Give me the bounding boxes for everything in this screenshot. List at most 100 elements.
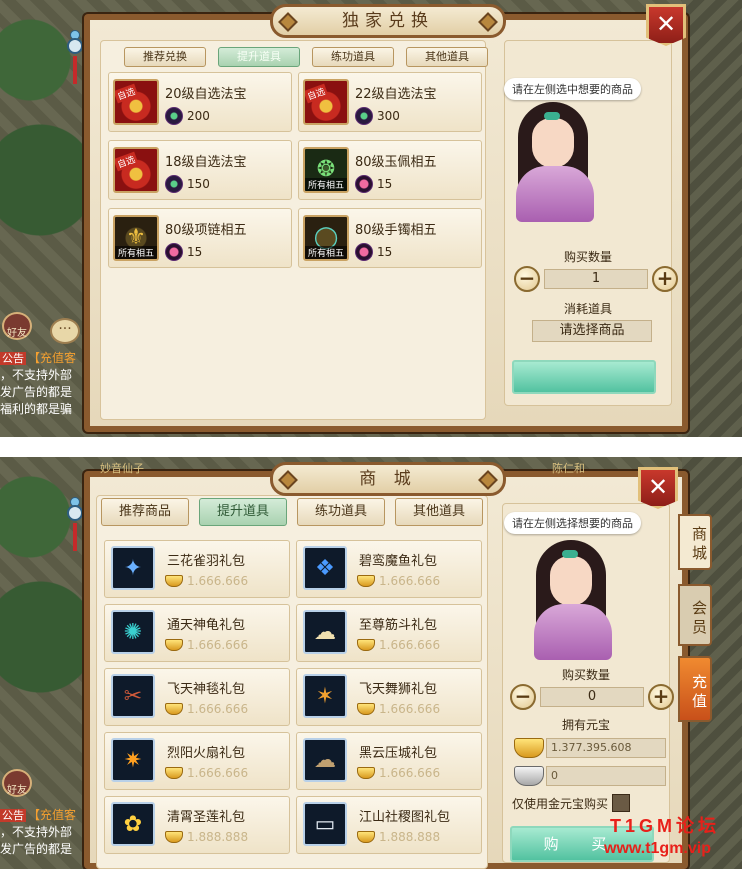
item-name: 18级自选法宝	[165, 155, 247, 170]
notice-tag: 公告	[0, 809, 26, 822]
tab-upgrade-items[interactable]: 提升道具	[199, 498, 287, 526]
tab-other-items[interactable]: 其他道具	[406, 47, 488, 67]
silver-ingot-icon	[514, 766, 544, 786]
category-tabs: 推荐商品 提升道具 练功道具 其他道具	[101, 498, 483, 526]
item-cost: 150	[165, 175, 210, 193]
plus-button[interactable]: +	[652, 266, 678, 292]
side-tab-vip[interactable]: 会员	[678, 584, 712, 646]
exchange-item[interactable]: 自选 22级自选法宝 300	[298, 72, 482, 132]
watermark-url: www.t1gm.vip	[604, 840, 711, 857]
gold-ingot-icon	[357, 639, 375, 651]
gold-ingot-icon	[357, 767, 375, 779]
item-price: 1.666.666	[165, 574, 248, 588]
chat-bubble-icon[interactable]: ···	[50, 318, 80, 344]
item-name: 碧鸾魔鱼礼包	[359, 554, 438, 569]
close-button[interactable]: ✕	[638, 467, 678, 509]
notice-tag: 公告	[0, 352, 26, 365]
tab-recommended[interactable]: 推荐商品	[101, 498, 189, 526]
npc-speech-bubble: 请在左侧选择想要的商品	[504, 512, 641, 534]
turtle-gift-icon: ✺	[111, 610, 155, 654]
shop-item[interactable]: ✦ 三花雀羽礼包 1.666.666	[104, 540, 290, 598]
minus-button[interactable]: −	[514, 266, 540, 292]
item-name: 20级自选法宝	[165, 87, 247, 102]
exchange-panel: 好友 ··· 公告 【充值客 ，不支持外部 发广告的都是 福利的都是骗 独家兑换 …	[0, 0, 742, 437]
side-tab-shop[interactable]: 商城	[678, 514, 712, 570]
item-price: 1.666.666	[357, 702, 440, 716]
treasure-icon: 自选	[113, 79, 159, 125]
shop-item[interactable]: ☁ 黑云压城礼包 1.666.666	[296, 732, 482, 790]
chat-log: 公告 【充值客 ，不支持外部 发广告的都是	[0, 808, 77, 856]
gold-ingot-icon	[357, 703, 375, 715]
item-name: 黑云压城礼包	[359, 746, 438, 761]
gold-ingot-icon	[165, 767, 183, 779]
item-cost: 200	[165, 107, 210, 125]
shop-item[interactable]: ▭ 江山社稷图礼包 1.888.888	[296, 796, 482, 854]
tab-upgrade-items[interactable]: 提升道具	[218, 47, 300, 67]
quantity-label: 购买数量	[563, 250, 612, 264]
npc-portrait	[510, 94, 600, 234]
shop-item[interactable]: ✂ 飞天神毯礼包 1.666.666	[104, 668, 290, 726]
jade-token-icon	[165, 175, 183, 193]
item-price: 1.888.888	[165, 830, 248, 844]
tab-other-items[interactable]: 其他道具	[395, 498, 483, 526]
shop-item[interactable]: ☁ 至尊筋斗礼包 1.666.666	[296, 604, 482, 662]
shop-item[interactable]: ✷ 烈阳火扇礼包 1.666.666	[104, 732, 290, 790]
lion-gift-icon: ✶	[303, 674, 347, 718]
item-name: 80级项链相五	[165, 223, 247, 238]
jade-token-icon	[355, 107, 373, 125]
exchange-item[interactable]: 自选 18级自选法宝 150	[108, 140, 292, 200]
item-price: 1.666.666	[357, 766, 440, 780]
item-name: 通天神龟礼包	[167, 618, 246, 633]
tab-training-items[interactable]: 练功道具	[312, 47, 394, 67]
exchange-item[interactable]: 自选 20级自选法宝 200	[108, 72, 292, 132]
dark-cloud-gift-icon: ☁	[303, 738, 347, 782]
close-button[interactable]: ✕	[646, 4, 686, 46]
shop-items-grid: ✦ 三花雀羽礼包 1.666.666 ❖ 碧鸾魔鱼礼包 1.666.666 ✺ …	[104, 540, 482, 854]
exchange-items-grid: 自选 20级自选法宝 200 自选 22级自选法宝 300 自选 18级自选法宝…	[108, 72, 482, 268]
scroll-gift-icon: ▭	[303, 802, 347, 846]
gourd-decoration	[64, 497, 86, 551]
item-price: 1.666.666	[165, 766, 248, 780]
item-price: 1.666.666	[165, 638, 248, 652]
quantity-field[interactable]: 0	[540, 687, 644, 707]
plus-button[interactable]: +	[648, 684, 674, 710]
item-cost: 15	[355, 175, 392, 193]
necklace-icon: ⚜ 所有相五	[113, 215, 159, 261]
item-name: 至尊筋斗礼包	[359, 618, 438, 633]
item-name: 80级玉佩相五	[355, 155, 437, 170]
owned-currency-label: 拥有元宝	[561, 718, 610, 732]
exchange-item[interactable]: ◯ 所有相五 80级手镯相五 15	[298, 208, 482, 268]
exchange-item[interactable]: ❂ 所有相五 80级玉佩相五 15	[298, 140, 482, 200]
exchange-item[interactable]: ⚜ 所有相五 80级项链相五 15	[108, 208, 292, 268]
item-price: 1.666.666	[165, 702, 248, 716]
item-name: 飞天舞狮礼包	[359, 682, 438, 697]
quantity-stepper: − 1 +	[514, 266, 678, 292]
tab-recommended[interactable]: 推荐兑换	[124, 47, 206, 67]
npc-portrait	[528, 532, 618, 672]
exchange-button[interactable]	[512, 360, 656, 394]
item-name: 江山社稷图礼包	[359, 810, 451, 825]
gold-ingot-icon	[165, 703, 183, 715]
gold-only-option: 仅使用金元宝购买	[512, 794, 631, 812]
quantity-field[interactable]: 1	[544, 269, 648, 289]
item-name: 80级手镯相五	[355, 223, 437, 238]
friend-button[interactable]: 好友	[2, 769, 32, 797]
shop-item[interactable]: ❖ 碧鸾魔鱼礼包 1.666.666	[296, 540, 482, 598]
shop-item[interactable]: ✺ 通天神龟礼包 1.666.666	[104, 604, 290, 662]
shop-item[interactable]: ✶ 飞天舞狮礼包 1.666.666	[296, 668, 482, 726]
bracelet-icon: ◯ 所有相五	[303, 215, 349, 261]
tab-training-items[interactable]: 练功道具	[297, 498, 385, 526]
gold-ingot-icon	[514, 738, 544, 758]
window-title: 商 城	[270, 462, 506, 496]
gold-ingot-icon	[165, 639, 183, 651]
item-cost: 15	[355, 243, 392, 261]
side-tab-recharge[interactable]: 充值	[678, 656, 712, 722]
minus-button[interactable]: −	[510, 684, 536, 710]
shop-item[interactable]: ✿ 清霄圣莲礼包 1.888.888	[104, 796, 290, 854]
bg-npc-label: 陈仁和	[552, 462, 585, 475]
item-price: 1.888.888	[357, 830, 440, 844]
select-item-field[interactable]: 请选择商品	[532, 320, 652, 342]
gold-only-checkbox[interactable]	[612, 794, 631, 812]
friend-button[interactable]: 好友	[2, 312, 32, 340]
silver-amount: 0	[546, 766, 666, 786]
